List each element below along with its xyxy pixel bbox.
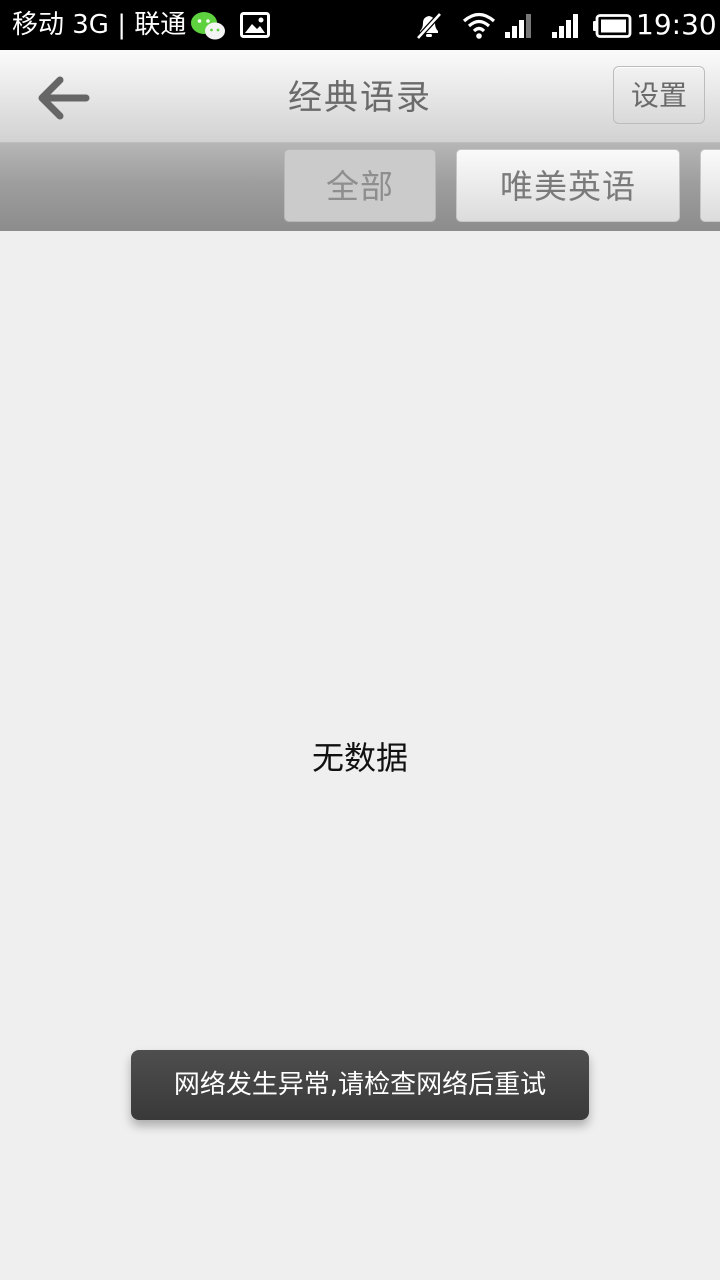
wechat-icon — [190, 10, 226, 46]
app-screen: 移动 3G | 联通 19:30 经典语录 设置 全部 唯美英语 无数据 网络发… — [0, 0, 720, 1280]
back-button[interactable] — [22, 60, 112, 132]
empty-state-text: 无数据 — [311, 739, 408, 777]
settings-button[interactable]: 设置 — [613, 66, 705, 124]
tab-all[interactable]: 全部 — [284, 149, 436, 222]
signal-icon — [551, 12, 581, 44]
tab-beautiful-english[interactable]: 唯美英语 — [456, 149, 680, 222]
wifi-icon — [462, 10, 496, 44]
error-toast: 网络发生异常,请检查网络后重试 — [131, 1050, 589, 1120]
title-bar: 经典语录 设置 — [0, 50, 720, 143]
mute-icon — [414, 11, 444, 45]
image-notification-icon — [240, 12, 270, 42]
battery-icon — [593, 14, 633, 42]
status-time: 19:30 — [636, 8, 717, 41]
status-bar: 移动 3G | 联通 19:30 — [0, 0, 720, 50]
tab-next-partial[interactable] — [700, 149, 720, 222]
category-tab-bar[interactable]: 全部 唯美英语 — [0, 143, 720, 231]
signal-icon — [504, 12, 534, 44]
carrier-label: 移动 3G | 联通 — [12, 10, 187, 40]
